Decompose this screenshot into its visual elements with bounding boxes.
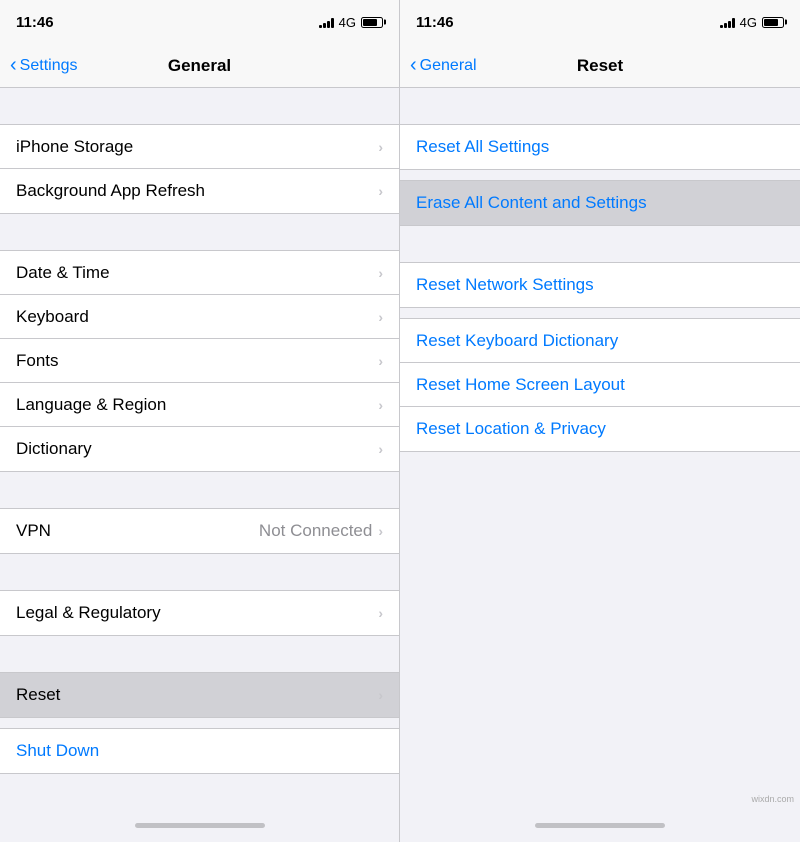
time-right: 11:46	[416, 14, 454, 31]
battery-icon-right	[762, 17, 784, 28]
language-item[interactable]: Language & Region ›	[0, 383, 399, 427]
group-datetime: Date & Time › Keyboard › Fonts › Languag…	[0, 250, 399, 472]
spacer-left-4	[0, 554, 399, 590]
dictionary-label: Dictionary	[16, 439, 378, 459]
date-time-chevron: ›	[378, 265, 383, 281]
network-label-right: 4G	[740, 15, 757, 30]
home-indicator-right	[400, 808, 800, 842]
status-icons-right: 4G	[720, 15, 784, 30]
language-chevron: ›	[378, 397, 383, 413]
group-shutdown: Shut Down	[0, 728, 399, 774]
background-app-item[interactable]: Background App Refresh ›	[0, 169, 399, 213]
vpn-chevron: ›	[378, 523, 383, 539]
spacer-left-6	[0, 718, 399, 728]
background-app-chevron: ›	[378, 183, 383, 199]
left-panel: 11:46 4G ‹ Settings General iPhone	[0, 0, 400, 842]
language-label: Language & Region	[16, 395, 378, 415]
iphone-storage-chevron: ›	[378, 139, 383, 155]
group-erase: Erase All Content and Settings	[400, 180, 800, 226]
signal-icon-left	[319, 16, 334, 28]
keyboard-label: Keyboard	[16, 307, 378, 327]
nav-bar-right: ‹ General Reset	[400, 44, 800, 88]
keyboard-chevron: ›	[378, 309, 383, 325]
dictionary-chevron: ›	[378, 441, 383, 457]
bottom-spacer-right	[400, 452, 800, 532]
spacer-left-2	[0, 214, 399, 250]
battery-icon-left	[361, 17, 383, 28]
nav-title-right: Reset	[577, 56, 623, 76]
keyboard-item[interactable]: Keyboard ›	[0, 295, 399, 339]
status-icons-left: 4G	[319, 15, 383, 30]
date-time-label: Date & Time	[16, 263, 378, 283]
reset-homescreen-label: Reset Home Screen Layout	[416, 375, 784, 395]
scroll-area-right: Reset All Settings Erase All Content and…	[400, 88, 800, 808]
group-reset-network: Reset Network Settings	[400, 262, 800, 308]
reset-all-settings-item[interactable]: Reset All Settings	[400, 125, 800, 169]
reset-homescreen-item[interactable]: Reset Home Screen Layout	[400, 363, 800, 407]
date-time-item[interactable]: Date & Time ›	[0, 251, 399, 295]
legal-item[interactable]: Legal & Regulatory ›	[0, 591, 399, 635]
home-indicator-left	[0, 808, 399, 842]
group-vpn: VPN Not Connected ›	[0, 508, 399, 554]
reset-keyboard-label: Reset Keyboard Dictionary	[416, 331, 784, 351]
status-bar-right: 11:46 4G	[400, 0, 800, 44]
fonts-item[interactable]: Fonts ›	[0, 339, 399, 383]
bottom-spacer-left	[0, 774, 399, 808]
reset-item[interactable]: Reset ›	[0, 673, 399, 717]
group-storage: iPhone Storage › Background App Refresh …	[0, 124, 399, 214]
shutdown-item[interactable]: Shut Down	[0, 729, 399, 773]
iphone-storage-item[interactable]: iPhone Storage ›	[0, 125, 399, 169]
group-legal: Legal & Regulatory ›	[0, 590, 399, 636]
right-panel: 11:46 4G ‹ General Reset Reset All	[400, 0, 800, 842]
watermark: wixdn.com	[751, 794, 794, 804]
back-button-left[interactable]: ‹ Settings	[10, 56, 77, 75]
reset-location-item[interactable]: Reset Location & Privacy	[400, 407, 800, 451]
fonts-label: Fonts	[16, 351, 378, 371]
home-bar-left	[135, 823, 265, 828]
home-bar-right	[535, 823, 665, 828]
back-button-right[interactable]: ‹ General	[410, 56, 477, 75]
fonts-chevron: ›	[378, 353, 383, 369]
status-bar-left: 11:46 4G	[0, 0, 399, 44]
reset-all-settings-label: Reset All Settings	[416, 137, 784, 157]
spacer-left-1	[0, 88, 399, 124]
scroll-area-left: iPhone Storage › Background App Refresh …	[0, 88, 399, 808]
spacer-right-4	[400, 308, 800, 318]
nav-bar-left: ‹ Settings General	[0, 44, 399, 88]
reset-label: Reset	[16, 685, 378, 705]
reset-chevron: ›	[378, 687, 383, 703]
signal-icon-right	[720, 16, 735, 28]
group-reset: Reset ›	[0, 672, 399, 718]
background-app-label: Background App Refresh	[16, 181, 378, 201]
spacer-left-5	[0, 636, 399, 672]
dictionary-item[interactable]: Dictionary ›	[0, 427, 399, 471]
reset-location-label: Reset Location & Privacy	[416, 419, 784, 439]
reset-network-item[interactable]: Reset Network Settings	[400, 263, 800, 307]
reset-keyboard-item[interactable]: Reset Keyboard Dictionary	[400, 319, 800, 363]
back-label-right: General	[420, 57, 477, 75]
time-left: 11:46	[16, 14, 54, 31]
legal-label: Legal & Regulatory	[16, 603, 378, 623]
nav-title-left: General	[168, 56, 231, 76]
erase-all-item[interactable]: Erase All Content and Settings	[400, 181, 800, 225]
erase-all-label: Erase All Content and Settings	[416, 193, 784, 213]
back-chevron-right: ‹	[410, 55, 417, 75]
legal-chevron: ›	[378, 605, 383, 621]
back-label-left: Settings	[20, 57, 78, 75]
vpn-value: Not Connected	[259, 521, 372, 541]
spacer-left-3	[0, 472, 399, 508]
shutdown-label: Shut Down	[16, 741, 383, 761]
reset-network-label: Reset Network Settings	[416, 275, 784, 295]
spacer-right-2	[400, 170, 800, 180]
iphone-storage-label: iPhone Storage	[16, 137, 378, 157]
spacer-right-1	[400, 88, 800, 124]
group-reset-others: Reset Keyboard Dictionary Reset Home Scr…	[400, 318, 800, 452]
spacer-right-3	[400, 226, 800, 262]
group-reset-all: Reset All Settings	[400, 124, 800, 170]
network-label-left: 4G	[339, 15, 356, 30]
vpn-item[interactable]: VPN Not Connected ›	[0, 509, 399, 553]
back-chevron-left: ‹	[10, 55, 17, 75]
vpn-label: VPN	[16, 521, 259, 541]
